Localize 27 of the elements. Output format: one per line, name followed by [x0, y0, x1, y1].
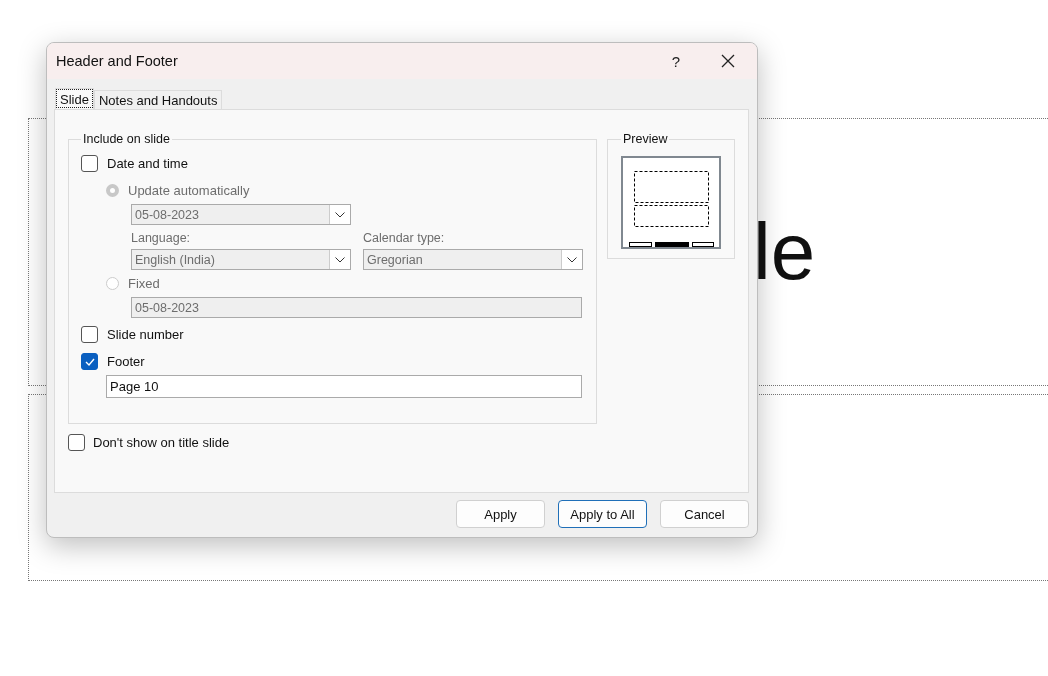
- checkbox[interactable]: [81, 326, 98, 343]
- dialog-button[interactable]: Cancel: [660, 500, 749, 528]
- checkbox[interactable]: [68, 434, 85, 451]
- help-button[interactable]: ?: [653, 43, 699, 79]
- checkbox[interactable]: [81, 353, 98, 370]
- group-title: Preview: [622, 132, 669, 146]
- checkbox-label: Don't show on title slide: [93, 435, 230, 450]
- checkbox[interactable]: [81, 155, 98, 172]
- chevron-icon: [561, 250, 582, 269]
- checkbox-label: Footer: [107, 354, 145, 369]
- slide-title: le: [753, 206, 816, 298]
- field-label: Language:: [131, 231, 192, 245]
- chevron-icon: [329, 205, 350, 224]
- dialog-button[interactable]: Apply: [456, 500, 545, 528]
- dialog-button[interactable]: Apply to All: [558, 500, 647, 528]
- radio-label: Update automatically: [128, 183, 250, 198]
- checkbox-label: Date and time: [107, 156, 188, 171]
- field-label: Calendar type:: [363, 231, 446, 245]
- checkbox-label: Slide number: [107, 327, 184, 342]
- tab[interactable]: Notes and Handouts: [93, 90, 223, 109]
- tab[interactable]: Slide: [55, 88, 94, 109]
- footer-text-field[interactable]: Page 10: [106, 375, 582, 398]
- chevron-icon: [329, 250, 350, 269]
- radio-label: Fixed: [128, 276, 160, 291]
- window-title: Header and Footer: [56, 53, 179, 69]
- group-title: Include on slide: [82, 132, 171, 146]
- close-icon[interactable]: [721, 54, 735, 68]
